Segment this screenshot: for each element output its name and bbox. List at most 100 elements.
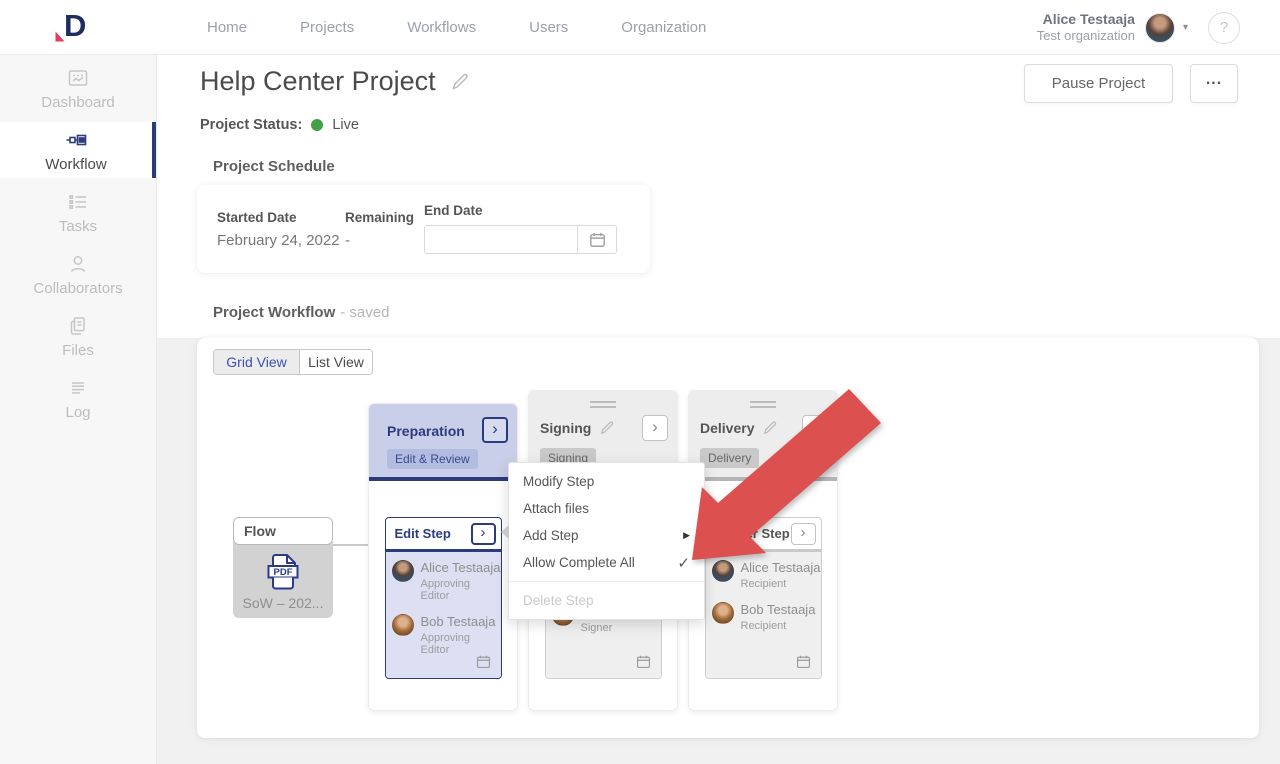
end-date-calendar-button[interactable] [577, 226, 616, 253]
remaining-value: - [345, 232, 414, 249]
schedule-card: Started Date February 24, 2022 Remaining… [197, 185, 650, 273]
participant-role: Recipient [741, 578, 821, 590]
sidebar-item-log[interactable]: Log [0, 370, 156, 426]
collaborators-icon [66, 252, 90, 276]
app-logo[interactable]: D [54, 6, 98, 50]
workflow-heading: Project Workflow- saved [213, 304, 389, 321]
step-calendar-icon[interactable] [635, 653, 652, 670]
edit-title-pencil-icon[interactable] [450, 72, 470, 92]
user-avatar[interactable] [1145, 13, 1175, 43]
preparation-column-title: Preparation [387, 423, 465, 439]
menu-item-label: Attach files [523, 501, 589, 516]
avatar [392, 614, 414, 636]
edit-step-name-pencil-icon[interactable] [762, 420, 778, 436]
tab-list-view[interactable]: List View [300, 350, 372, 374]
drag-handle-icon[interactable] [590, 401, 616, 408]
sidebar-item-files[interactable]: Files [0, 308, 156, 364]
status-value: Live [332, 117, 359, 133]
end-date-input[interactable] [425, 226, 577, 253]
checkmark-icon: ✓ [677, 554, 690, 572]
user-organization: Test organization [1037, 28, 1135, 45]
top-nav: Home Projects Workflows Users Organizati… [207, 0, 706, 55]
signing-open-button[interactable]: › [642, 415, 668, 441]
more-actions-button[interactable]: ... [1190, 64, 1238, 103]
participant-row: Alice Testaaja Recipient [712, 560, 815, 590]
chevron-down-icon[interactable]: ▾ [1183, 22, 1188, 33]
sidebar: Dashboard Workflow Tasks [0, 55, 157, 764]
preparation-open-button[interactable]: › [482, 417, 508, 443]
drag-handle-icon[interactable] [750, 401, 776, 408]
flow-node-title: Flow [233, 517, 333, 545]
flow-node-body: PDF SoW – 202... [233, 542, 333, 618]
nav-workflows[interactable]: Workflows [407, 19, 476, 36]
avatar [392, 560, 414, 582]
delivery-accent-bar [689, 477, 837, 481]
sidebar-label: Tasks [59, 218, 97, 235]
preparation-type-chip: Edit & Review [387, 449, 478, 469]
project-title-text: Help Center Project [200, 66, 436, 97]
page-title: Help Center Project [200, 66, 470, 97]
nav-projects[interactable]: Projects [300, 19, 354, 36]
help-button[interactable]: ? [1208, 12, 1240, 44]
app-root: D Home Projects Workflows Users Organiza… [0, 0, 1280, 764]
step-context-menu: Modify Step Attach files Add Step ▶ Allo… [508, 462, 705, 620]
deliver-step-open-button[interactable]: › [791, 523, 816, 545]
participant-name: Alice Testaaja [741, 560, 821, 575]
user-name: Alice Testaaja [1037, 10, 1135, 28]
submenu-arrow-icon: ▶ [683, 530, 690, 541]
deliver-step-body: Alice Testaaja Recipient Bob Testaaja Re… [706, 552, 821, 678]
participant-name: Bob Testaaja [741, 602, 816, 617]
tab-grid-view[interactable]: Grid View [214, 350, 300, 374]
workflow-card: Grid View List View Flow PDF SoW – 202..… [197, 338, 1259, 738]
edit-step-open-button[interactable]: › [471, 523, 496, 545]
sidebar-label: Log [65, 404, 90, 421]
participant-row: Bob Testaaja Recipient [712, 602, 815, 632]
step-card-deliver-step[interactable]: Deliver Step › Alice Testaaja Recipient [705, 517, 822, 679]
pdf-file-icon: PDF [261, 553, 305, 591]
nav-organization[interactable]: Organization [621, 19, 706, 36]
dashboard-icon [66, 66, 90, 90]
end-date-block: End Date [424, 203, 617, 254]
log-icon [66, 376, 90, 400]
sidebar-item-collaborators[interactable]: Collaborators [0, 246, 156, 302]
step-card-edit-step[interactable]: Edit Step › Alice Testaaja Approving Edi… [385, 517, 502, 679]
calendar-icon [588, 230, 607, 249]
pause-project-button[interactable]: Pause Project [1024, 64, 1173, 103]
menu-item-label: Allow Complete All [523, 555, 635, 570]
participant-role: Recipient [741, 620, 816, 632]
preparation-accent-bar [369, 477, 517, 481]
edit-step-title: Edit Step [395, 526, 451, 541]
menu-item-modify-step[interactable]: Modify Step [509, 468, 704, 495]
main-content: Help Center Project Pause Project ... Pr… [157, 55, 1280, 764]
sidebar-item-dashboard[interactable]: Dashboard [0, 60, 156, 116]
participant-role: Approving Editor [421, 578, 501, 602]
nav-home[interactable]: Home [207, 19, 247, 36]
deliver-step-title: Deliver Step [715, 526, 790, 541]
delivery-open-button[interactable]: › [802, 415, 828, 441]
nav-users[interactable]: Users [529, 19, 568, 36]
flow-node[interactable]: Flow PDF SoW – 202... [233, 517, 333, 618]
top-right-cluster: Alice Testaaja Test organization ▾ ? [1037, 0, 1240, 55]
workflow-saved-note: - saved [340, 304, 389, 321]
signing-column-title: Signing [540, 420, 591, 436]
menu-item-label: Delete Step [523, 593, 594, 608]
sidebar-item-workflow[interactable]: Workflow [0, 122, 156, 178]
user-info: Alice Testaaja Test organization [1037, 10, 1135, 45]
end-date-label: End Date [424, 203, 617, 218]
workflow-icon [64, 128, 88, 152]
step-calendar-icon[interactable] [795, 653, 812, 670]
sidebar-label: Dashboard [41, 94, 114, 111]
participant-role: Signer [581, 622, 656, 634]
end-date-input-group [424, 225, 617, 254]
delivery-column-title: Delivery [700, 420, 754, 436]
sidebar-label: Workflow [45, 156, 106, 173]
edit-step-name-pencil-icon[interactable] [599, 420, 615, 436]
edit-step-body: Alice Testaaja Approving Editor Bob Test… [386, 552, 501, 678]
step-calendar-icon[interactable] [475, 653, 492, 670]
menu-item-add-step[interactable]: Add Step ▶ [509, 522, 704, 549]
workflow-column-preparation: Preparation › Edit & Review Edit Step › [368, 403, 518, 711]
menu-item-allow-complete-all[interactable]: Allow Complete All ✓ [509, 549, 704, 576]
menu-item-attach-files[interactable]: Attach files [509, 495, 704, 522]
sidebar-item-tasks[interactable]: Tasks [0, 184, 156, 240]
avatar [712, 602, 734, 624]
